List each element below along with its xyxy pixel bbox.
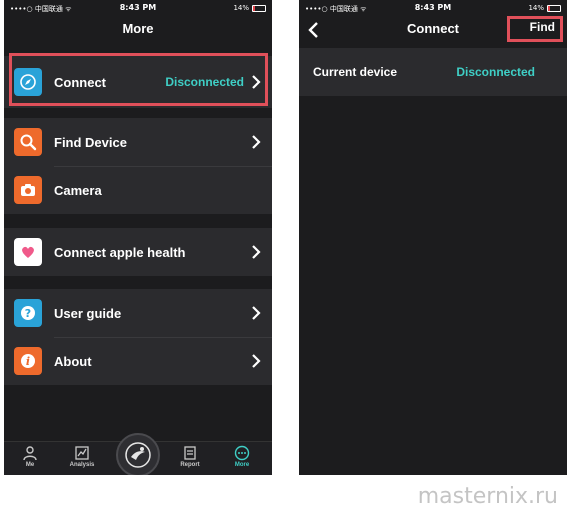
runner-icon: [125, 442, 151, 468]
person-icon: [23, 446, 37, 461]
search-icon: [14, 128, 42, 156]
battery-percent: 14%: [528, 4, 544, 12]
watermark: masternix.ru: [417, 484, 558, 509]
battery-icon: [547, 4, 561, 12]
current-device-group: Current device Disconnected: [299, 48, 567, 96]
battery-percent: 14%: [233, 4, 249, 12]
report-icon: [184, 446, 196, 460]
current-device-status: Disconnected: [456, 65, 535, 79]
battery-icon: [252, 4, 266, 12]
tab-report[interactable]: Report: [170, 445, 210, 468]
chevron-right-icon: [252, 306, 261, 320]
user-guide-row[interactable]: ? User guide: [4, 291, 272, 335]
start-run-button[interactable]: [116, 433, 160, 475]
tab-analysis[interactable]: Analysis: [62, 445, 102, 468]
status-time: 8:43 PM: [119, 3, 157, 12]
chart-icon: [75, 446, 89, 460]
info-icon: i: [14, 347, 42, 375]
current-device-row: Current device Disconnected: [299, 50, 567, 94]
tab-more[interactable]: More: [222, 445, 262, 468]
chevron-right-icon: [252, 135, 261, 149]
find-highlight: [507, 16, 563, 42]
tab-me-label: Me: [25, 462, 35, 468]
status-bar: ••••○ 中国联通 ᯤ 8:43 PM 14%: [299, 0, 567, 16]
find-device-row[interactable]: Find Device: [4, 120, 272, 164]
camera-label: Camera: [54, 182, 102, 198]
about-row[interactable]: i About: [4, 339, 272, 383]
tab-report-label: Report: [180, 462, 200, 468]
tab-bar: Me Analysis Report More: [4, 433, 272, 475]
chevron-right-icon: [252, 354, 261, 368]
status-bar: ••••○ 中国联通 ᯤ 8:43 PM 14%: [4, 0, 272, 16]
camera-row[interactable]: Camera: [4, 168, 272, 212]
nav-bar: More: [4, 16, 272, 44]
health-group: Connect apple health: [4, 228, 272, 276]
svg-text:i: i: [26, 355, 30, 368]
current-device-label: Current device: [313, 65, 398, 79]
find-device-label: Find Device: [54, 134, 127, 150]
more-dots-icon: [234, 445, 250, 461]
page-title: More: [122, 21, 154, 36]
tab-me[interactable]: Me: [10, 445, 50, 468]
heart-icon: [14, 238, 42, 266]
connect-highlight: [9, 53, 268, 106]
chevron-right-icon: [252, 245, 261, 259]
apple-health-label: Connect apple health: [54, 244, 186, 260]
status-right: 14%: [233, 4, 266, 12]
user-guide-label: User guide: [54, 305, 122, 321]
about-label: About: [54, 353, 92, 369]
status-right: 14%: [528, 4, 561, 12]
question-icon: ?: [14, 299, 42, 327]
divider: [54, 337, 272, 338]
tab-more-label: More: [234, 462, 250, 468]
connect-screen: ••••○ 中国联通 ᯤ 8:43 PM 14% Connect Find Cu…: [299, 0, 567, 475]
device-group: Find Device Camera: [4, 118, 272, 214]
apple-health-row[interactable]: Connect apple health: [4, 230, 272, 274]
divider: [54, 166, 272, 167]
info-group: ? User guide i About: [4, 289, 272, 385]
tab-analysis-label: Analysis: [69, 462, 95, 468]
camera-icon: [14, 176, 42, 204]
more-screen: ••••○ 中国联通 ᯤ 8:43 PM 14% More Connect Di…: [4, 0, 272, 475]
status-time: 8:43 PM: [414, 3, 452, 12]
svg-text:?: ?: [25, 307, 31, 320]
